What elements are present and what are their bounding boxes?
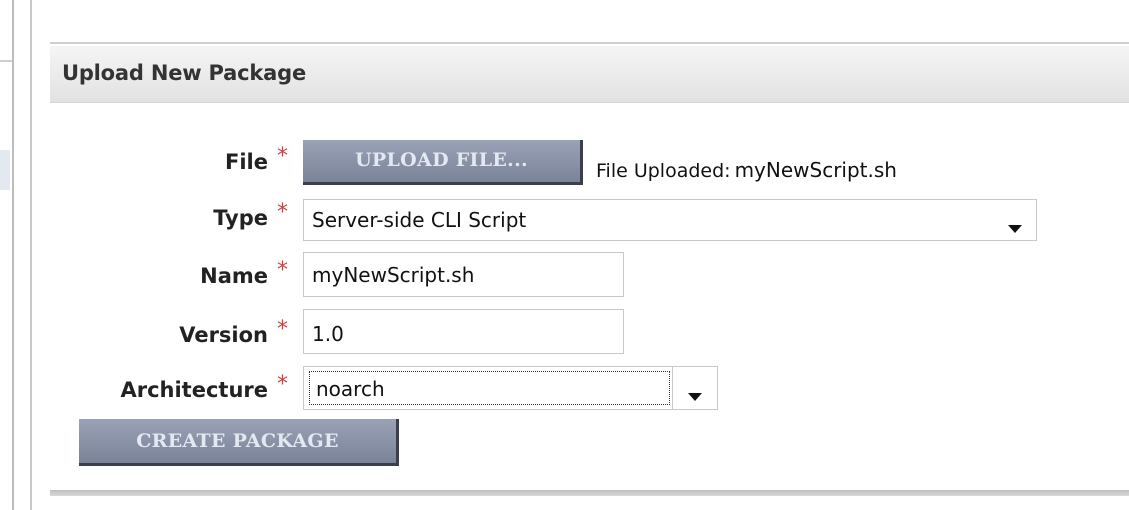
name-input-value: myNewScript.sh (312, 263, 475, 287)
upload-file-button[interactable]: UPLOAD FILE... (303, 140, 583, 185)
version-input-value: 1.0 (312, 322, 344, 346)
file-label: File (225, 150, 268, 174)
type-select[interactable]: Server-side CLI Script (303, 199, 1037, 241)
panel-bottom-border (50, 490, 1129, 496)
type-select-value: Server-side CLI Script (312, 208, 527, 232)
file-uploaded-filename: myNewScript.sh (734, 158, 897, 182)
panel-title: Upload New Package (62, 61, 307, 85)
type-label: Type (213, 206, 268, 230)
upload-file-button-label: UPLOAD FILE... (355, 149, 528, 171)
version-label: Version (179, 323, 268, 347)
file-uploaded-prefix: File Uploaded: (596, 160, 731, 182)
version-required-marker: * (277, 317, 288, 342)
version-input[interactable]: 1.0 (303, 309, 624, 354)
create-package-button-label: CREATE PACKAGE (136, 430, 339, 452)
type-required-marker: * (277, 200, 288, 225)
left-gutter-divider (0, 60, 12, 62)
name-input[interactable]: myNewScript.sh (303, 252, 624, 297)
architecture-focus-ring (309, 371, 670, 405)
left-gutter-line (12, 0, 14, 510)
architecture-required-marker: * (277, 372, 288, 397)
left-gutter-highlight (0, 150, 10, 190)
app-window: Upload New Package File * UPLOAD FILE...… (0, 0, 1129, 510)
name-required-marker: * (277, 258, 288, 283)
architecture-label: Architecture (120, 378, 268, 402)
panel-top-border (50, 42, 1129, 44)
architecture-select-divider (672, 367, 673, 409)
chevron-down-icon[interactable] (688, 393, 702, 401)
create-package-button[interactable]: CREATE PACKAGE (79, 419, 399, 466)
panel-header: Upload New Package (50, 46, 1129, 103)
name-label: Name (200, 264, 268, 288)
left-gutter-line-inner (30, 0, 32, 510)
file-required-marker: * (277, 144, 288, 169)
file-uploaded-status: File Uploaded: myNewScript.sh (596, 158, 897, 182)
chevron-down-icon[interactable] (1008, 225, 1022, 233)
